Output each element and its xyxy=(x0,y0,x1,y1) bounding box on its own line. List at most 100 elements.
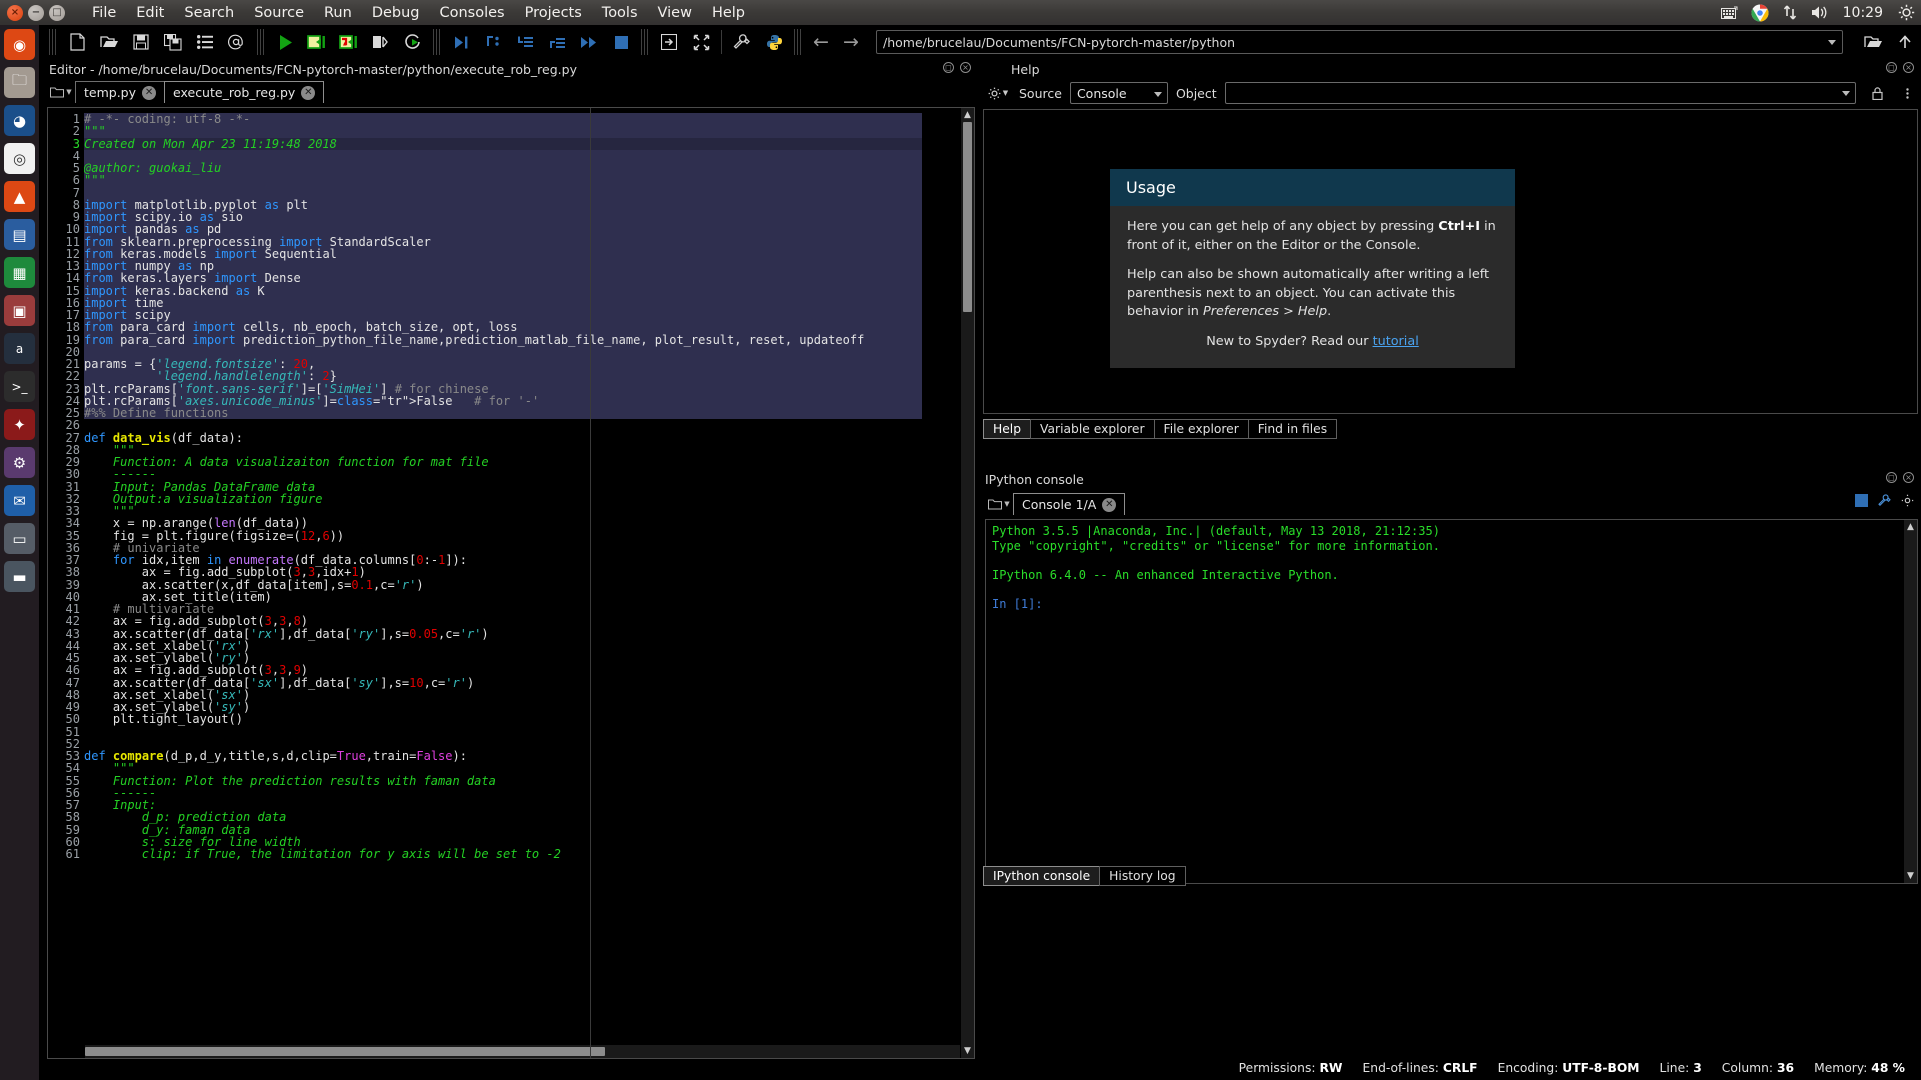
save-all-icon[interactable] xyxy=(157,27,189,57)
scrollbar-thumb[interactable] xyxy=(85,1047,605,1056)
close-icon[interactable]: ✕ xyxy=(301,85,316,100)
terminal-icon[interactable]: >_ xyxy=(4,371,35,402)
code-text-area[interactable]: # -*- coding: utf-8 -*- """ Created on Mon… xyxy=(84,108,961,1058)
navigate-forward-button[interactable]: → xyxy=(836,28,866,56)
power-gear-icon[interactable] xyxy=(1897,4,1915,22)
debug-step-return-icon[interactable] xyxy=(541,27,573,57)
system-tray[interactable]: 10:29 xyxy=(1721,0,1915,25)
menu-item-consoles[interactable]: Consoles xyxy=(430,3,515,23)
undock-icon[interactable]: ◻ xyxy=(1886,62,1897,73)
help-pane-controls[interactable]: ◻ × xyxy=(1886,62,1914,73)
window-maximize-button[interactable]: □ xyxy=(49,4,65,21)
console-tab-console-1a[interactable]: Console 1/A ✕ xyxy=(1013,493,1126,515)
firefox-icon[interactable]: ◕ xyxy=(4,105,35,136)
toolbar-grip-4[interactable] xyxy=(641,29,649,55)
spyder-icon[interactable]: ✦ xyxy=(4,409,35,440)
chrome-icon[interactable] xyxy=(1751,4,1769,22)
printer-icon[interactable]: ▬ xyxy=(4,561,35,592)
menu-item-debug[interactable]: Debug xyxy=(362,3,430,23)
menu-item-file[interactable]: File xyxy=(82,3,126,23)
window-minimize-button[interactable]: − xyxy=(28,4,44,21)
tab-file-explorer[interactable]: File explorer xyxy=(1153,419,1249,439)
list-icon[interactable] xyxy=(189,27,221,57)
rerun-icon[interactable] xyxy=(397,27,429,57)
tab-variable-explorer[interactable]: Variable explorer xyxy=(1030,419,1155,439)
console-pane-controls[interactable]: ◻ × xyxy=(1886,472,1914,483)
close-pane-icon[interactable]: × xyxy=(1903,62,1914,73)
tab-ipython-console[interactable]: IPython console xyxy=(983,866,1101,886)
chevron-down-icon[interactable] xyxy=(1828,40,1836,45)
window-close-button[interactable]: × xyxy=(7,4,23,21)
chevron-down-icon[interactable] xyxy=(1842,91,1850,96)
disk-icon[interactable]: ▭ xyxy=(4,523,35,554)
libreoffice-calc-icon[interactable]: ▦ xyxy=(4,257,35,288)
console-vertical-scrollbar[interactable]: ▲ ▼ xyxy=(1904,520,1917,883)
working-directory-selector[interactable]: /home/brucelau/Documents/FCN-pytorch-mas… xyxy=(876,30,1843,54)
python-icon[interactable] xyxy=(758,27,790,57)
debug-continue-icon[interactable] xyxy=(573,27,605,57)
scrollbar-thumb[interactable] xyxy=(963,122,972,312)
help-pane-tabs[interactable]: Help Variable explorer File explorer Find i… xyxy=(983,417,1918,439)
chrome-icon[interactable]: ◎ xyxy=(4,143,35,174)
debug-step-icon[interactable] xyxy=(477,27,509,57)
browse-directory-icon[interactable] xyxy=(1857,27,1889,57)
maximize-icon[interactable] xyxy=(685,27,717,57)
menu-item-help[interactable]: Help xyxy=(702,3,755,23)
tab-find-in-files[interactable]: Find in files xyxy=(1247,419,1338,439)
tutorial-link[interactable]: tutorial xyxy=(1373,334,1419,349)
menu-item-tools[interactable]: Tools xyxy=(592,3,648,23)
toolbar-grip-5[interactable] xyxy=(794,29,802,55)
editor-horizontal-scrollbar[interactable] xyxy=(85,1045,960,1058)
editor-tab-bar[interactable]: ▼ temp.py ✕ execute_rob_reg.py ✕ xyxy=(45,79,975,103)
toolbar-grip-2[interactable] xyxy=(257,29,265,55)
menu-item-view[interactable]: View xyxy=(648,3,702,23)
files-icon[interactable]: 🗀 xyxy=(4,67,35,98)
scroll-up-icon[interactable]: ▲ xyxy=(963,110,972,120)
console-output-area[interactable]: Python 3.5.5 |Anaconda, Inc.| (default, … xyxy=(985,519,1918,884)
tab-history-log[interactable]: History log xyxy=(1099,866,1186,886)
close-pane-icon[interactable]: × xyxy=(1903,472,1914,483)
amazon-icon[interactable]: a xyxy=(4,333,35,364)
debug-step-into-icon[interactable] xyxy=(509,27,541,57)
new-file-icon[interactable] xyxy=(61,27,93,57)
tab-help[interactable]: Help xyxy=(983,419,1032,439)
application-menu-bar[interactable]: File Edit Search Source Run Debug Consoles Proj… xyxy=(82,3,755,23)
main-toolbar[interactable]: ← → /home/brucelau/Documents/FCN-pytorch… xyxy=(39,25,1921,59)
run-cell-advance-icon[interactable] xyxy=(333,27,365,57)
editor-tab-execute-rob-reg[interactable]: execute_rob_reg.py ✕ xyxy=(164,81,325,103)
system-clock[interactable]: 10:29 xyxy=(1843,5,1883,21)
editor-vertical-scrollbar[interactable]: ▲ ▼ xyxy=(961,108,974,1058)
console-pane-tabs[interactable]: IPython console History log xyxy=(983,864,1916,886)
keyboard-icon[interactable] xyxy=(1721,4,1739,22)
ubuntu-software-icon[interactable]: ▲ xyxy=(4,181,35,212)
menu-item-source[interactable]: Source xyxy=(244,3,314,23)
stop-icon[interactable] xyxy=(605,27,637,57)
editor-tab-temp[interactable]: temp.py ✕ xyxy=(75,81,166,103)
close-pane-icon[interactable]: × xyxy=(960,62,971,73)
chevron-down-icon[interactable] xyxy=(1153,92,1162,97)
ubuntu-dash-icon[interactable]: ◉ xyxy=(4,29,35,60)
help-source-select[interactable]: Console xyxy=(1069,82,1168,104)
at-icon[interactable] xyxy=(221,27,253,57)
exit-icon[interactable] xyxy=(653,27,685,57)
preferences-icon[interactable] xyxy=(726,27,758,57)
stop-icon[interactable] xyxy=(1855,492,1868,511)
ubuntu-launcher[interactable]: ◉ 🗀 ◕ ◎ ▲ ▤ ▦ ▣ a >_ ✦ ⚙ ✉ ▭ ▬ xyxy=(0,25,39,1080)
console-list-button[interactable]: ▼ xyxy=(985,493,1013,515)
window-controls[interactable]: × − □ xyxy=(0,4,74,21)
lock-icon[interactable] xyxy=(1866,86,1888,100)
help-options-icon[interactable] xyxy=(1896,87,1918,99)
console-tab-bar[interactable]: ▼ Console 1/A ✕ xyxy=(983,489,1918,515)
menu-item-projects[interactable]: Projects xyxy=(515,3,592,23)
libreoffice-impress-icon[interactable]: ▣ xyxy=(4,295,35,326)
volume-icon[interactable] xyxy=(1811,4,1829,22)
navigate-back-button[interactable]: ← xyxy=(806,28,836,56)
scroll-down-icon[interactable]: ▼ xyxy=(963,1046,972,1056)
help-toolbar[interactable]: ▼ Source Console Object xyxy=(983,79,1918,107)
undock-icon[interactable]: ◻ xyxy=(943,62,954,73)
gear-icon[interactable]: ▼ xyxy=(985,83,1011,103)
network-icon[interactable] xyxy=(1781,4,1799,22)
run-cell-icon[interactable] xyxy=(301,27,333,57)
menu-item-run[interactable]: Run xyxy=(314,3,362,23)
scroll-up-icon[interactable]: ▲ xyxy=(1906,522,1915,532)
